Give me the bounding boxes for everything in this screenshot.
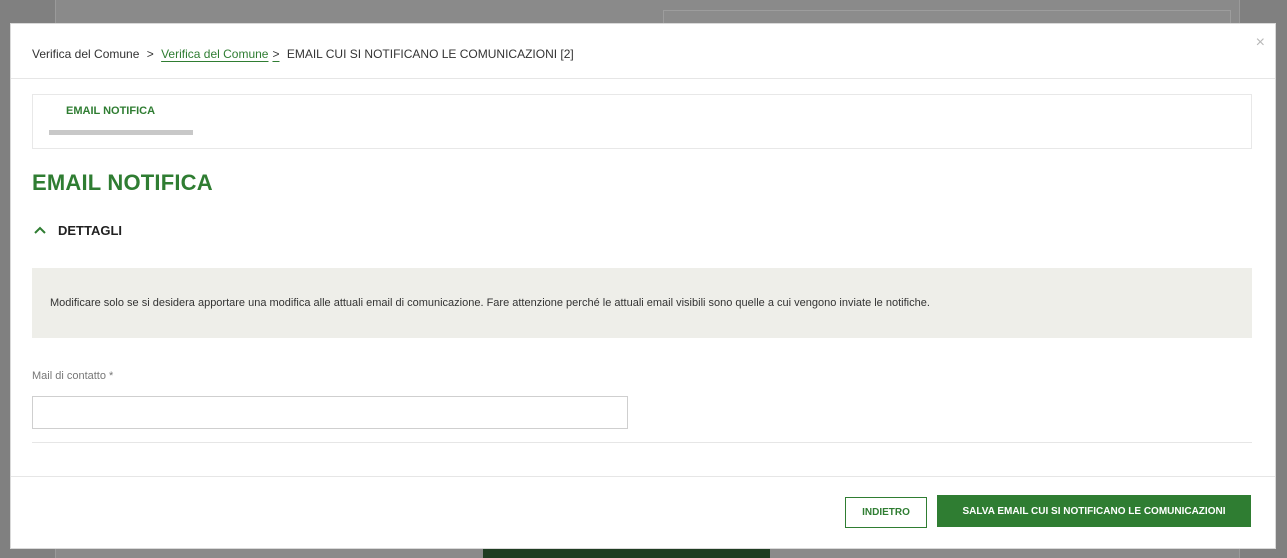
breadcrumb-link-verifica[interactable]: Verifica del Comune >	[161, 47, 283, 61]
tab-indicator	[49, 130, 193, 135]
info-text: Modificare solo se si desidera apportare…	[50, 297, 930, 309]
section-title: EMAIL NOTIFICA	[32, 170, 213, 195]
accordion-label: DETTAGLI	[58, 222, 123, 238]
breadcrumb-link-label: Verifica del Comune	[161, 47, 269, 61]
chevron-up-icon	[34, 226, 46, 234]
modal-dialog: Verifica del Comune > Verifica del Comun…	[10, 23, 1276, 549]
back-button[interactable]: INDIETRO	[845, 497, 927, 528]
breadcrumb-separator: >	[272, 47, 280, 61]
tab-label: EMAIL NOTIFICA	[66, 105, 156, 117]
breadcrumb-separator: >	[146, 47, 154, 61]
breadcrumb: Verifica del Comune > Verifica del Comun…	[32, 47, 574, 61]
info-box: Modificare solo se si desidera apportare…	[32, 268, 1252, 338]
breadcrumb-item-root: Verifica del Comune	[32, 47, 140, 61]
contact-mail-label: Mail di contatto *	[32, 370, 114, 382]
contact-mail-input[interactable]	[32, 396, 628, 429]
tab-bar: EMAIL NOTIFICA	[32, 94, 1252, 149]
close-icon[interactable]: ×	[1256, 34, 1265, 52]
save-button[interactable]: SALVA EMAIL CUI SI NOTIFICANO LE COMUNIC…	[937, 495, 1251, 527]
modal-footer: INDIETRO SALVA EMAIL CUI SI NOTIFICANO L…	[11, 476, 1275, 550]
breadcrumb-item-current: EMAIL CUI SI NOTIFICANO LE COMUNICAZIONI…	[286, 47, 574, 61]
divider	[32, 442, 1252, 443]
tab-email-notifica[interactable]: EMAIL NOTIFICA	[49, 95, 193, 148]
accordion-dettagli[interactable]: DETTAGLI	[32, 220, 122, 240]
modal-header: Verifica del Comune > Verifica del Comun…	[11, 24, 1275, 79]
